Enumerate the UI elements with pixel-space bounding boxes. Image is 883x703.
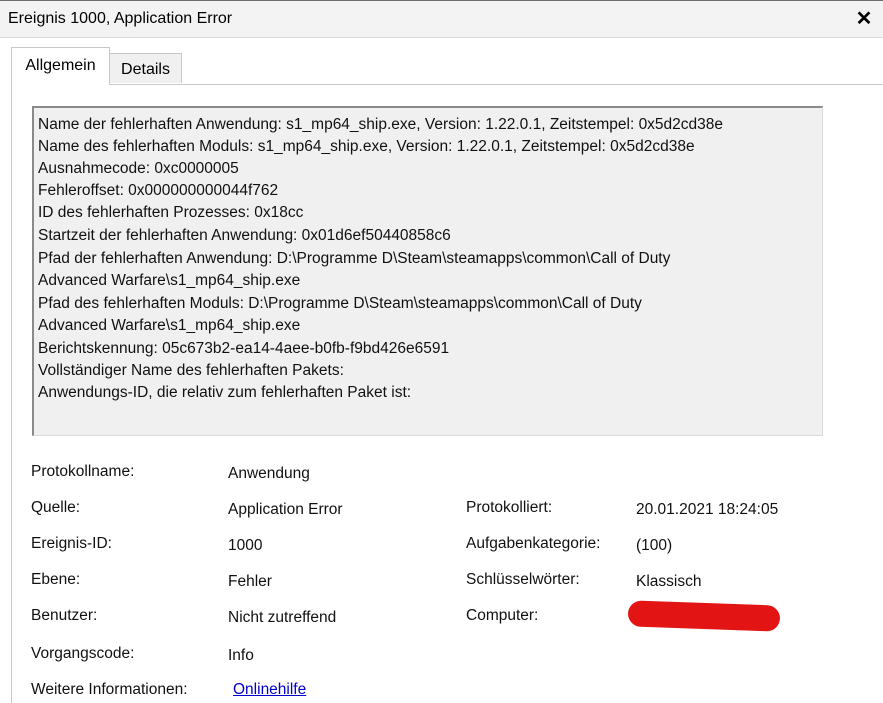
logged-value: 20.01.2021 18:24:05	[636, 501, 779, 518]
computer-label: Computer:	[466, 607, 539, 624]
description-line: Startzeit der fehlerhaften Anwendung: 0x…	[38, 227, 451, 244]
task-category-label: Aufgabenkategorie:	[466, 535, 601, 552]
user-value: Nicht zutreffend	[228, 609, 337, 626]
description-line: Fehleroffset: 0x000000000044f762	[38, 182, 279, 199]
description-line: ID des fehlerhaften Prozesses: 0x18cc	[38, 204, 304, 221]
description-line: Name der fehlerhaften Anwendung: s1_mp64…	[38, 116, 724, 133]
user-label: Benutzer:	[31, 607, 98, 624]
event-id-label: Ereignis-ID:	[31, 535, 112, 552]
description-line: Name des fehlerhaften Moduls: s1_mp64_sh…	[38, 138, 695, 155]
description-line: Advanced Warfare\s1_mp64_ship.exe	[38, 317, 301, 334]
description-line: Pfad der fehlerhaften Anwendung: D:\Prog…	[38, 250, 671, 267]
opcode-value: Info	[228, 647, 254, 664]
keywords-value: Klassisch	[636, 573, 702, 590]
close-icon[interactable]: ✕	[853, 7, 875, 31]
description-line: Ausnahmecode: 0xc0000005	[38, 160, 239, 177]
event-id-value: 1000	[228, 537, 263, 554]
opcode-label: Vorgangscode:	[31, 645, 135, 662]
description-line: Advanced Warfare\s1_mp64_ship.exe	[38, 272, 301, 289]
online-help-link[interactable]: Onlinehilfe	[233, 681, 306, 699]
source-label: Quelle:	[31, 499, 81, 516]
title-bar: Ereignis 1000, Application Error ✕	[0, 0, 883, 38]
description-line: Berichtskennung: 05c673b2-ea14-4aee-b0fb…	[38, 340, 450, 357]
task-category-value: (100)	[636, 537, 673, 554]
logged-label: Protokolliert:	[466, 499, 553, 516]
log-name-value: Anwendung	[228, 465, 310, 482]
window-title: Ereignis 1000, Application Error	[8, 10, 233, 27]
more-info-label: Weitere Informationen:	[31, 681, 188, 698]
redaction-mark	[627, 600, 781, 632]
level-value: Fehler	[228, 573, 272, 590]
log-name-label: Protokollname:	[31, 463, 135, 480]
level-label: Ebene:	[31, 571, 81, 588]
source-value: Application Error	[228, 501, 343, 518]
tab-details[interactable]: Details	[110, 53, 182, 83]
keywords-label: Schlüsselwörter:	[466, 571, 580, 588]
description-line: Anwendungs-ID, die relativ zum fehlerhaf…	[38, 384, 412, 401]
description-line: Pfad des fehlerhaften Moduls: D:\Program…	[38, 295, 642, 312]
description-line: Vollständiger Name des fehlerhaften Pake…	[38, 362, 344, 379]
tab-allgemein[interactable]: Allgemein	[11, 47, 110, 85]
